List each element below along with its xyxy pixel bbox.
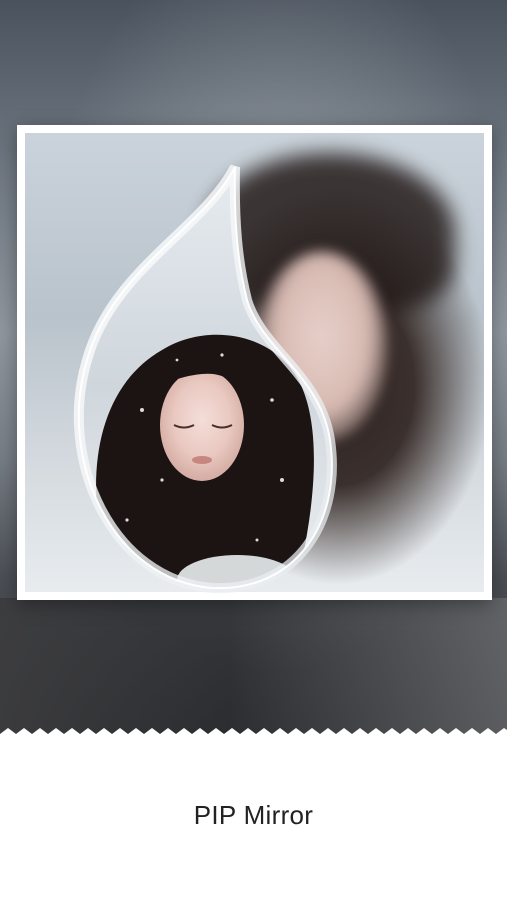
hero-shadow-band <box>0 598 507 740</box>
water-drop-frame <box>73 164 337 594</box>
photo-frame <box>17 125 492 600</box>
feature-title: PIP Mirror <box>193 800 314 830</box>
